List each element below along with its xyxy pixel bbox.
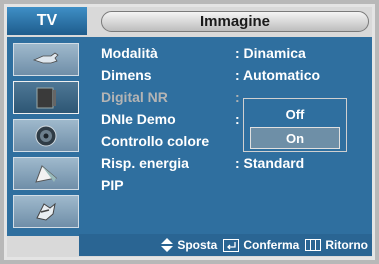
menu-item-value: : Standard xyxy=(235,155,305,171)
menu-title: Immagine xyxy=(101,11,369,32)
menu-item-label: PIP xyxy=(101,177,124,193)
menu-item-label: Digital NR xyxy=(101,89,168,105)
sound-icon xyxy=(35,125,57,146)
input-plug-icon xyxy=(32,52,59,63)
option-dropdown: Off On xyxy=(243,98,347,152)
sidebar-item-sound[interactable] xyxy=(13,119,79,152)
hint-back-label: Ritorno xyxy=(325,238,368,252)
picture-icon xyxy=(36,87,56,108)
menu-item-label: Dimens xyxy=(101,67,152,83)
hint-back: Ritorno xyxy=(305,238,368,252)
menu-item-pip[interactable]: PIP xyxy=(101,175,361,197)
menu-item-mode[interactable]: Modalità : Dinamica xyxy=(101,43,361,65)
tv-tab[interactable]: TV xyxy=(7,7,87,35)
tv-osd-window: TV Immagine Modalità: Dinamica Dimens:… xyxy=(4,4,375,260)
sidebar-item-picture[interactable] xyxy=(13,81,79,114)
menu-item-size[interactable]: Dimens : Automatico xyxy=(101,65,361,87)
menu-item-label: Modalità xyxy=(101,45,158,61)
menu-item-value: : xyxy=(235,89,240,105)
hint-move: Sposta xyxy=(161,238,217,252)
channel-icon xyxy=(35,164,58,183)
footer-hints: Sposta Conferma Ritorno xyxy=(79,234,372,256)
menu-icon xyxy=(305,239,322,251)
sidebar-item-input[interactable] xyxy=(13,43,79,76)
menu-item-value: : xyxy=(235,111,240,127)
option-on[interactable]: On xyxy=(250,127,340,149)
setup-icon xyxy=(36,202,56,221)
option-off[interactable]: Off xyxy=(250,103,340,125)
menu-item-label: Risp. energia xyxy=(101,155,189,171)
sidebar-item-setup[interactable] xyxy=(13,195,79,228)
enter-icon xyxy=(223,238,240,252)
sidebar xyxy=(13,43,79,233)
menu-item-value: : Automatico xyxy=(235,67,321,83)
menu-item-energy-saving[interactable]: Risp. energia : Standard xyxy=(101,153,361,175)
menu-item-value: : Dinamica xyxy=(235,45,306,61)
hint-move-label: Sposta xyxy=(177,238,218,252)
menu-item-label: Controllo colore xyxy=(101,133,210,149)
sidebar-item-channel[interactable] xyxy=(13,157,79,190)
hint-confirm-label: Conferma xyxy=(243,238,300,252)
top-bar: TV Immagine xyxy=(7,7,372,37)
hint-confirm: Conferma xyxy=(223,238,299,252)
up-down-arrows-icon xyxy=(161,238,174,252)
menu-item-label: DNIe Demo xyxy=(101,111,176,127)
